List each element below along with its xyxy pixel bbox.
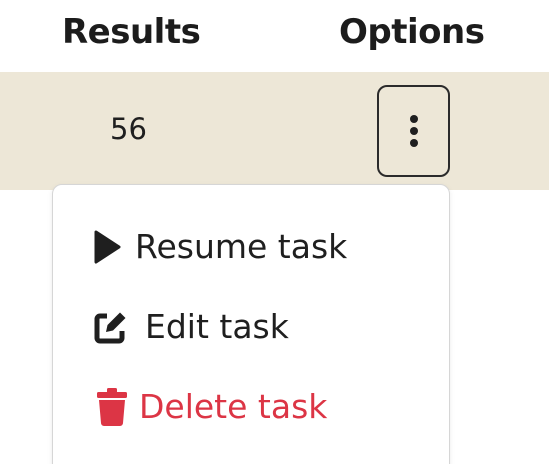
menu-item-edit-task[interactable]: Edit task — [53, 295, 449, 359]
vertical-ellipsis-icon — [409, 115, 418, 147]
play-icon — [94, 230, 121, 264]
edit-square-icon — [94, 312, 126, 344]
table-row: 56 — [0, 72, 549, 190]
menu-item-resume-task[interactable]: Resume task — [53, 215, 449, 279]
options-button[interactable] — [377, 85, 450, 177]
results-value: 56 — [110, 112, 147, 146]
options-column-header: Options — [339, 12, 485, 52]
table-header: Results Options — [0, 0, 549, 72]
options-dropdown-menu: Resume task Edit task Delete task — [52, 184, 450, 464]
menu-item-label: Edit task — [145, 307, 289, 346]
task-options-page: Results Options 56 Resume task Edit task — [0, 0, 549, 464]
results-column-header: Results — [62, 12, 201, 52]
menu-item-label: Resume task — [135, 227, 348, 266]
menu-item-delete-task[interactable]: Delete task — [53, 375, 449, 439]
menu-item-label: Delete task — [139, 387, 328, 426]
trash-icon — [97, 388, 127, 426]
